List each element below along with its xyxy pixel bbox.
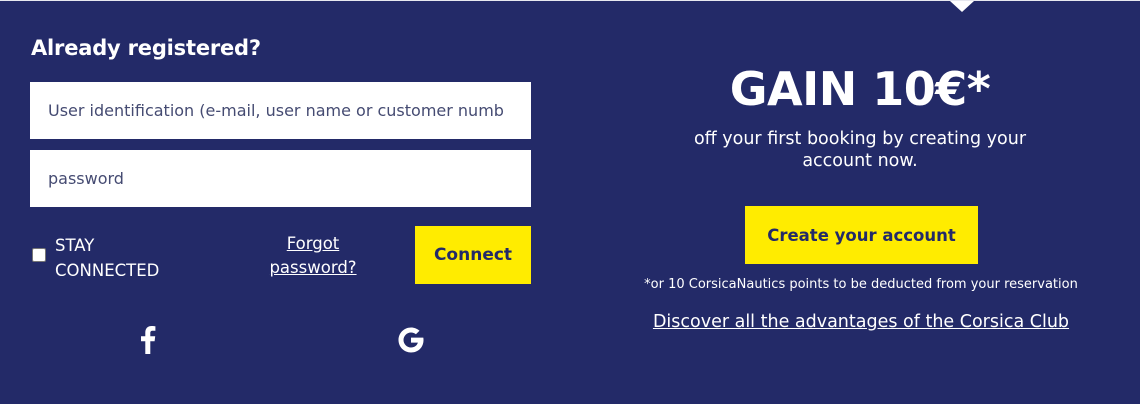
dropdown-caret-icon bbox=[950, 1, 974, 12]
user-identification-input[interactable] bbox=[30, 82, 531, 139]
corsica-club-link[interactable]: Discover all the advantages of the Corsi… bbox=[620, 312, 1102, 332]
promo-title: GAIN 10€* bbox=[729, 62, 991, 116]
forgot-password-link[interactable]: Forgot password? bbox=[260, 232, 366, 280]
stay-connected-label[interactable]: STAY CONNECTED bbox=[55, 233, 195, 283]
facebook-login-button[interactable] bbox=[130, 322, 166, 358]
stay-connected[interactable]: STAY CONNECTED bbox=[30, 233, 195, 283]
google-icon bbox=[398, 327, 424, 353]
promo-footnote: *or 10 CorsicaNautics points to be deduc… bbox=[644, 277, 1078, 292]
create-account-button[interactable]: Create your account bbox=[745, 206, 978, 264]
stay-connected-checkbox[interactable] bbox=[32, 248, 46, 262]
connect-button[interactable]: Connect bbox=[415, 226, 531, 284]
facebook-icon bbox=[141, 326, 156, 354]
password-input[interactable] bbox=[30, 150, 531, 207]
login-title: Already registered? bbox=[31, 36, 261, 60]
google-login-button[interactable] bbox=[393, 322, 429, 358]
promo-text: off your first booking by creating your … bbox=[693, 129, 1027, 171]
